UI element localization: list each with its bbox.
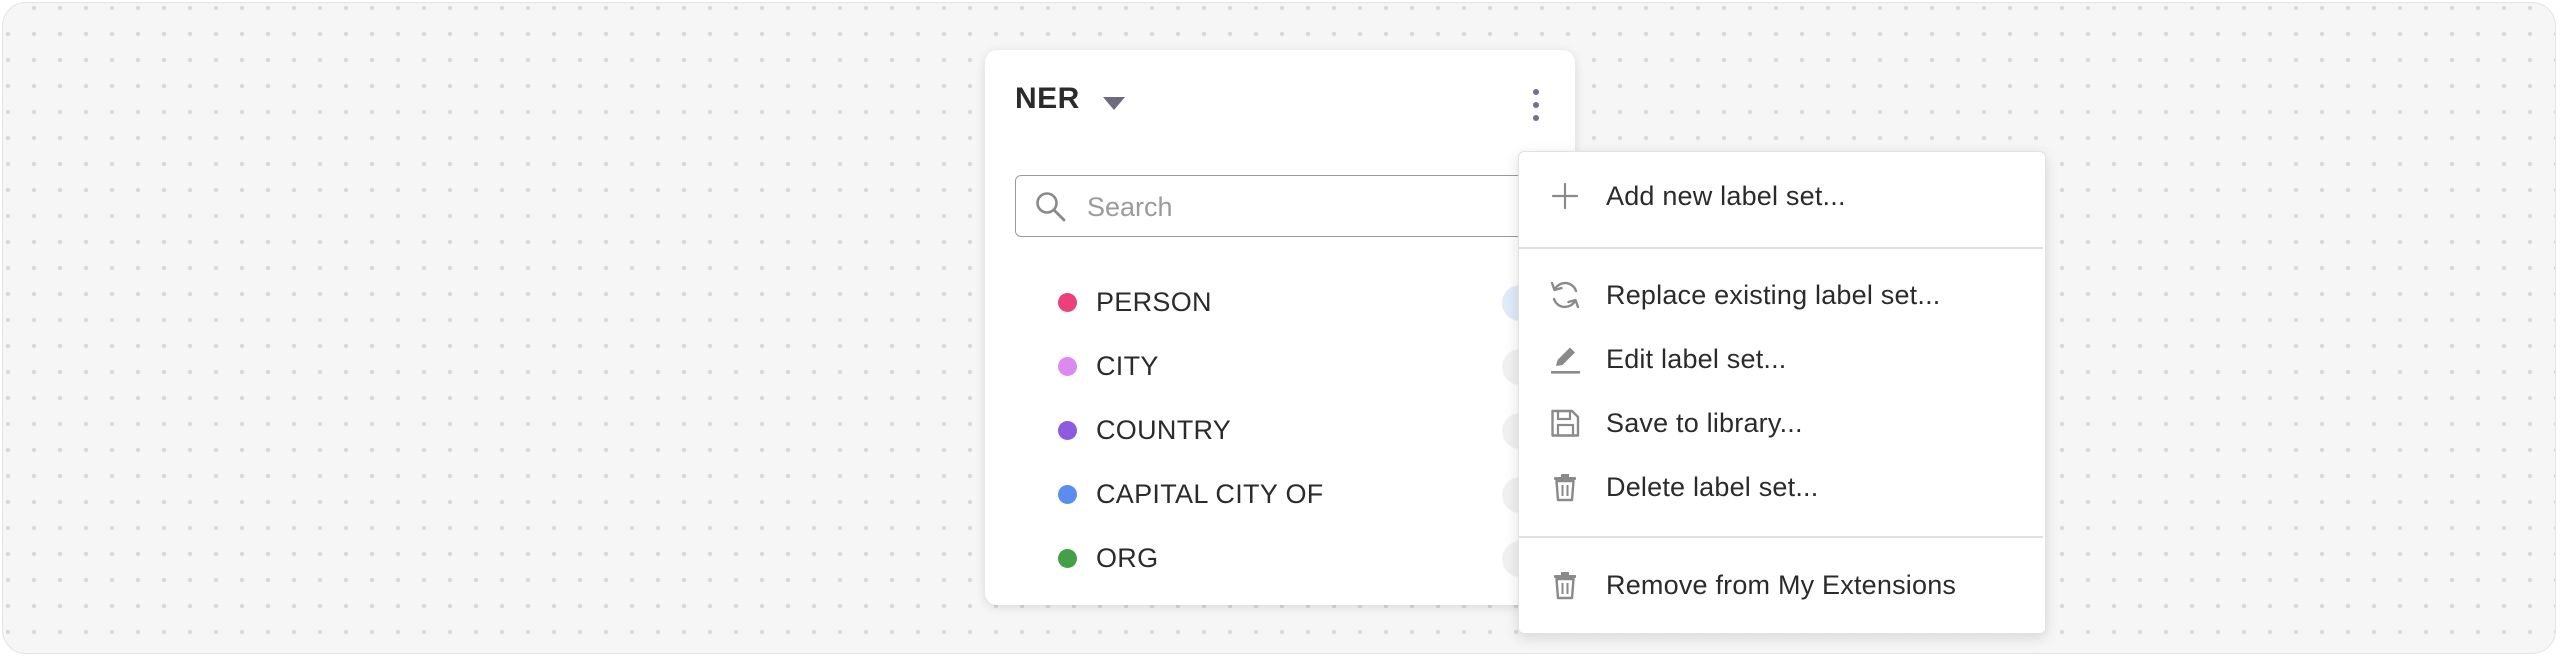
caret-down-icon[interactable] [1103,97,1125,110]
menu-item-save-to-library[interactable]: Save to library... [1518,393,2044,453]
label-item-country[interactable]: COUNTRY [1058,411,1538,451]
menu-item-label: Delete label set... [1606,472,1819,502]
pencil-icon [1551,347,1580,374]
label-set-panel [985,50,1575,605]
menu-item-label: Edit label set... [1606,344,1787,374]
label-color-dot [1058,357,1077,376]
label-name: ORG [1096,543,1159,573]
menu-item-delete-label-set[interactable]: Delete label set... [1518,457,2044,517]
menu-divider [1519,247,2043,249]
label-item-person[interactable]: PERSON [1058,283,1538,323]
trash-icon [1554,572,1576,600]
menu-item-edit-label-set[interactable]: Edit label set... [1518,329,2044,389]
menu-item-label: Remove from My Extensions [1606,570,1957,600]
label-item-capital-city-of[interactable]: CAPITAL CITY OF [1058,475,1538,515]
label-color-dot [1058,293,1077,312]
save-icon [1551,409,1580,437]
replace-icon [1550,281,1580,309]
label-item-org[interactable]: ORG [1058,539,1538,579]
menu-divider [1519,536,2043,538]
menu-item-label: Save to library... [1606,408,1803,438]
menu-item-replace-existing-label-set[interactable]: Replace existing label set... [1518,265,2044,325]
search-icon [1036,192,1066,222]
menu-item-remove-from-my-extensions[interactable]: Remove from My Extensions [1518,555,2044,615]
menu-item-label: Add new label set... [1606,181,1846,211]
search-placeholder: Search [1087,192,1173,222]
plus-icon [1551,182,1579,210]
more-options-icon[interactable] [1525,88,1547,122]
label-name: COUNTRY [1096,415,1232,445]
menu-item-label: Replace existing label set... [1606,280,1941,310]
label-name: PERSON [1096,287,1212,317]
trash-icon [1554,474,1576,502]
label-color-dot [1058,421,1077,440]
label-color-dot [1058,549,1077,568]
label-item-city[interactable]: CITY [1058,347,1538,387]
panel-title[interactable]: NER [1015,82,1080,116]
menu-item-add-new-label-set[interactable]: Add new label set... [1518,166,2044,226]
label-color-dot [1058,485,1077,504]
label-name: CITY [1096,351,1159,381]
label-name: CAPITAL CITY OF [1096,479,1324,509]
